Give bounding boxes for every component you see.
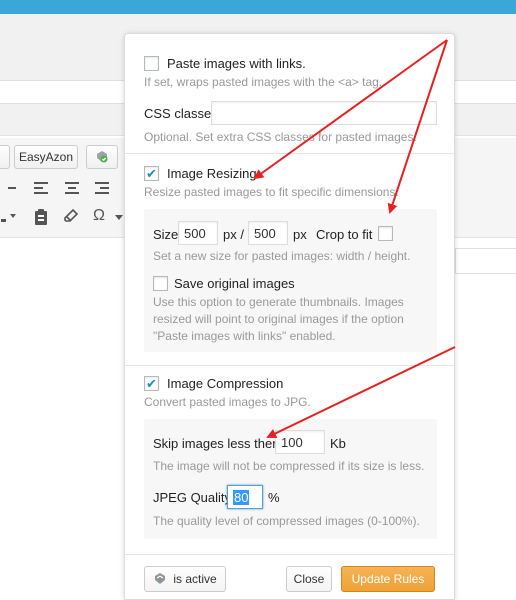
image-resizing-checkbox[interactable]: ✔ — [144, 166, 159, 181]
css-classes-label: CSS classes — [144, 106, 218, 121]
skip-size-input[interactable]: 100 — [275, 430, 325, 454]
width-input[interactable]: 500 — [178, 221, 218, 245]
toggle-active-label: is active — [173, 572, 217, 586]
checkmark-icon: ✔ — [146, 376, 157, 391]
section-divider — [125, 153, 454, 154]
paste-links-label[interactable]: Paste images with links. — [167, 56, 306, 71]
easyazon-button[interactable]: EasyAzon — [14, 145, 78, 169]
section-divider — [125, 365, 454, 366]
align-center-icon[interactable] — [63, 181, 81, 198]
css-classes-hint: Optional. Set extra CSS classes for past… — [144, 130, 417, 144]
text-color-dropdown-icon[interactable] — [0, 210, 18, 225]
toolbar-button-partial[interactable] — [0, 145, 10, 169]
image-compression-label[interactable]: Image Compression — [167, 376, 283, 391]
admin-top-bar — [0, 0, 516, 14]
close-button[interactable]: Close — [286, 566, 332, 592]
jpeg-quality-unit: % — [268, 490, 280, 505]
align-left-icon[interactable] — [32, 181, 50, 198]
image-resizing-label[interactable]: Image Resizing — [167, 166, 257, 181]
jpeg-quality-input[interactable]: 80 — [227, 485, 263, 509]
update-rules-button[interactable]: Update Rules — [341, 566, 435, 592]
height-unit-label: px — [293, 227, 307, 242]
crop-to-fit-checkbox[interactable] — [378, 226, 393, 241]
clear-formatting-icon[interactable] — [62, 208, 80, 227]
plugin-shield-icon — [97, 151, 108, 163]
resizing-options-box: Size 500 px / 500 px Crop to fit Set a n… — [144, 209, 437, 352]
plugin-shield-button[interactable] — [86, 145, 118, 169]
jpeg-quality-label: JPEG Quality — [153, 490, 232, 505]
image-compression-hint: Convert pasted images to JPG. — [144, 395, 311, 409]
save-original-hint: Use this option to generate thumbnails. … — [153, 295, 404, 343]
jpeg-quality-selected-text: 80 — [233, 489, 250, 505]
toggle-active-button[interactable]: is active — [144, 566, 226, 592]
size-label: Size — [153, 227, 179, 242]
skip-images-hint: The image will not be compressed if its … — [153, 459, 425, 473]
list-icon[interactable] — [3, 181, 21, 198]
paste-images-settings-panel: Paste images with links. If set, wraps p… — [124, 33, 455, 600]
paste-as-text-icon[interactable] — [32, 209, 50, 229]
css-classes-input[interactable] — [211, 101, 437, 125]
save-original-label[interactable]: Save original images — [174, 276, 295, 291]
compression-options-box: Skip images less then 100 Kb The image w… — [144, 419, 437, 539]
sidebar-input-partial[interactable] — [455, 248, 516, 274]
save-original-checkbox[interactable] — [153, 276, 168, 291]
height-input[interactable]: 500 — [248, 221, 288, 245]
skip-size-unit: Kb — [330, 436, 346, 451]
align-right-icon[interactable] — [93, 181, 111, 198]
special-character-icon[interactable]: Ω — [90, 207, 108, 225]
checkmark-icon: ✔ — [146, 166, 157, 181]
jpeg-quality-hint: The quality level of compressed images (… — [153, 514, 420, 528]
plugin-shield-icon — [155, 573, 166, 584]
image-resizing-hint: Resize pasted images to fit specific dim… — [144, 185, 399, 199]
toolbar-dropdown-icon[interactable] — [114, 210, 124, 224]
skip-images-label: Skip images less then — [153, 436, 280, 451]
width-unit-label: px / — [223, 227, 244, 242]
paste-links-checkbox[interactable] — [144, 56, 159, 71]
size-hint: Set a new size for pasted images: width … — [153, 249, 411, 263]
paste-links-hint: If set, wraps pasted images with the <a>… — [144, 75, 383, 89]
image-compression-checkbox[interactable]: ✔ — [144, 376, 159, 391]
crop-to-fit-label[interactable]: Crop to fit — [316, 227, 372, 242]
footer-divider — [125, 554, 454, 555]
